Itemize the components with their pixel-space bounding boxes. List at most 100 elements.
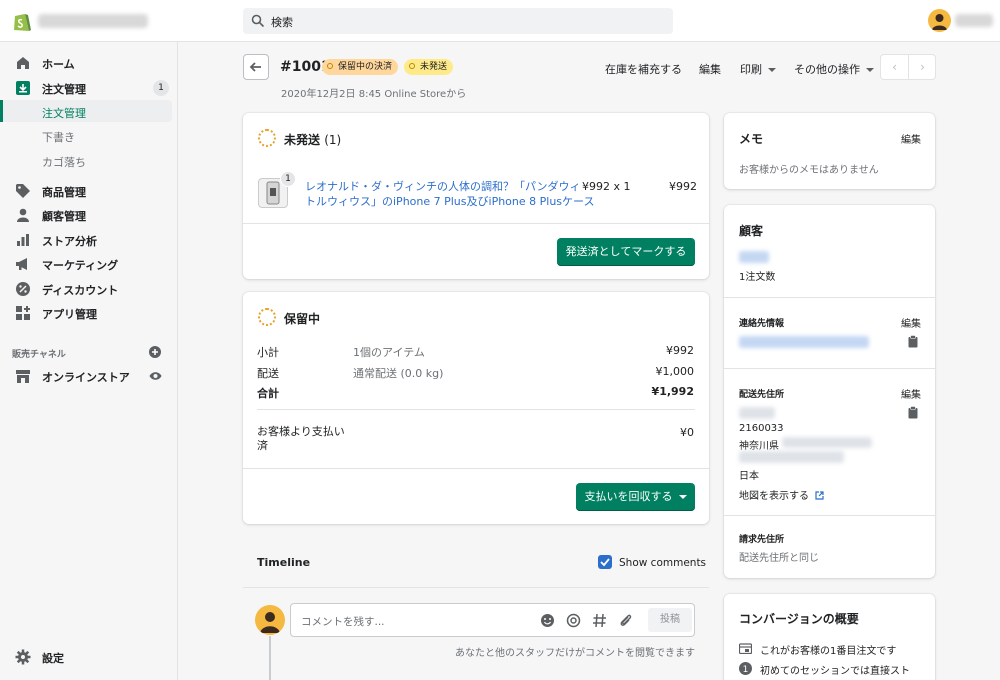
bar-chart-icon [17,234,29,246]
search-input[interactable]: 検索 [243,8,673,34]
user-avatar[interactable] [928,9,951,32]
sidebar-item-label: 商品管理 [42,186,86,199]
customer-email-link[interactable] [739,336,869,348]
shopify-logo-icon[interactable] [12,11,32,33]
more-actions-button[interactable]: その他の操作 [794,61,874,77]
payment-status-icon [258,308,276,326]
back-button[interactable] [243,54,269,80]
arrow-left-icon [249,62,261,72]
mention-icon[interactable] [566,613,581,628]
eye-icon[interactable] [149,371,162,381]
billing-same-text: 配送先住所と同じ [739,553,819,564]
customer-card: 顧客 1注文数 連絡先情報 編集 配送先住所 編集 2160033 神奈川県 日… [724,205,935,578]
mark-as-fulfilled-button[interactable]: 発送済としてマークする [557,238,695,266]
sidebar-item-apps[interactable]: アプリ管理 [0,302,178,324]
billing-address-title: 請求先住所 [739,535,785,545]
memo-card: メモ 編集 お客様からのメモはありません [724,113,935,189]
contact-edit-link[interactable]: 編集 [901,315,921,330]
comment-visibility-note: あなたと他のスタッフだけがコメントを閲覧できます [455,648,695,659]
customer-name-link[interactable] [739,251,769,263]
print-menu-button[interactable]: 印刷 [740,61,776,77]
sidebar-subitem-drafts[interactable]: 下書き [0,124,172,146]
product-title-line: トルウィウス」のiPhone 7 Plus及びiPhone 8 Plusケース [305,195,595,208]
post-comment-button[interactable]: 投稿 [648,608,692,632]
timeline-line [269,636,271,680]
sidebar-item-analytics[interactable]: ストア分析 [0,229,178,251]
sidebar-subitem-orders[interactable]: 注文管理 [0,100,172,122]
next-order-button[interactable]: › [909,55,936,79]
person-icon [17,208,29,222]
home-icon [17,57,29,69]
top-bar: 検索 [0,0,1000,42]
comment-input[interactable]: コメントを残す... 投稿 [290,603,695,637]
edit-button[interactable]: 編集 [699,61,721,77]
fulfillment-status-badge: 未発送 [404,59,454,75]
orders-count-badge: 1 [153,80,169,96]
orders-icon [16,81,30,95]
sidebar-item-label: 注文管理 [42,83,86,96]
total-value: ¥1,992 [651,385,694,398]
store-name[interactable] [38,14,148,28]
checkmark-icon [600,558,610,567]
attachment-icon[interactable] [618,613,633,628]
previous-order-button[interactable]: ‹ [881,55,908,79]
sidebar-item-marketing[interactable]: マーケティング [0,253,178,275]
add-channel-plus-icon[interactable] [149,346,161,358]
total-label: 合計 [257,387,279,400]
emoji-icon[interactable] [540,613,555,628]
user-name[interactable] [955,14,993,27]
divider [243,223,709,224]
clipboard-icon[interactable] [908,335,918,348]
shipping-desc: 通常配送 (0.0 kg) [353,367,444,380]
sidebar-item-settings[interactable]: 設定 [0,646,178,668]
payment-title: 保留中 [284,312,321,326]
subtotal-label: 小計 [257,346,279,359]
shipping-edit-link[interactable]: 編集 [901,386,921,401]
paid-value: ¥0 [680,426,694,439]
sidebar-item-orders[interactable]: 注文管理 1 [0,77,178,99]
address-name [739,407,775,419]
divider [724,368,935,369]
view-map-link[interactable]: 地図を表示する [739,487,824,502]
sidebar-item-label: ディスカウント [42,284,119,297]
paid-label-line: 済 [257,439,268,452]
timeline-title: Timeline [257,556,311,569]
paid-by-customer-label: お客様より支払い 済 [257,425,345,453]
unfulfilled-title: 未発送 (1) [284,131,341,148]
show-comments-label: Show comments [619,557,707,569]
hashtag-icon[interactable] [592,613,607,628]
sidebar-item-home[interactable]: ホーム [0,52,178,74]
more-actions-label: その他の操作 [794,63,860,76]
sidebar-item-discounts[interactable]: ディスカウント [0,278,178,300]
view-map-label: 地図を表示する [739,491,809,502]
gear-icon [15,649,31,665]
restock-button[interactable]: 在庫を補充する [605,61,682,77]
calendar-icon [739,643,752,654]
address-street [739,451,844,463]
sidebar-item-label: マーケティング [42,259,119,272]
collect-payment-button[interactable]: 支払いを回収する [576,483,695,511]
conversion-line-1: これがお客様の1番目注文です [760,646,897,657]
shipping-label: 配送 [257,367,279,380]
apps-icon [16,306,30,320]
sidebar-subitem-abandoned[interactable]: カゴ落ち [0,149,172,171]
conversion-title: コンバージョンの概要 [739,612,859,626]
tag-icon [16,184,30,198]
store-icon [16,370,30,383]
sidebar-item-customers[interactable]: 顧客管理 [0,204,178,226]
shipping-value: ¥1,000 [655,365,695,378]
sidebar-item-products[interactable]: 商品管理 [0,180,178,202]
product-title-link[interactable]: レオナルド・ダ・ヴィンチの人体の調和？「パンダウィ トルウィウス」のiPhone… [305,179,594,209]
clipboard-icon[interactable] [908,406,918,419]
sidebar: ホーム 注文管理 1 注文管理 下書き カゴ落ち 商品管理 顧客管理 ストア分析… [0,42,178,680]
unfulfilled-card: 未発送 (1) 1 レオナルド・ダ・ヴィンチの人体の調和？「パンダウィ トルウィ… [243,113,709,279]
sidebar-subitem-label: 注文管理 [42,107,86,120]
paid-label-line: お客様より支払い [257,425,345,438]
subtotal-value: ¥992 [666,344,694,357]
unfulfilled-status-icon [258,129,276,147]
memo-empty-text: お客様からのメモはありません [739,165,879,176]
show-comments-checkbox[interactable] [598,555,612,569]
unfulfilled-count: (1) [324,133,342,147]
order-pager: ‹ › [880,54,936,80]
memo-edit-link[interactable]: 編集 [901,131,921,146]
